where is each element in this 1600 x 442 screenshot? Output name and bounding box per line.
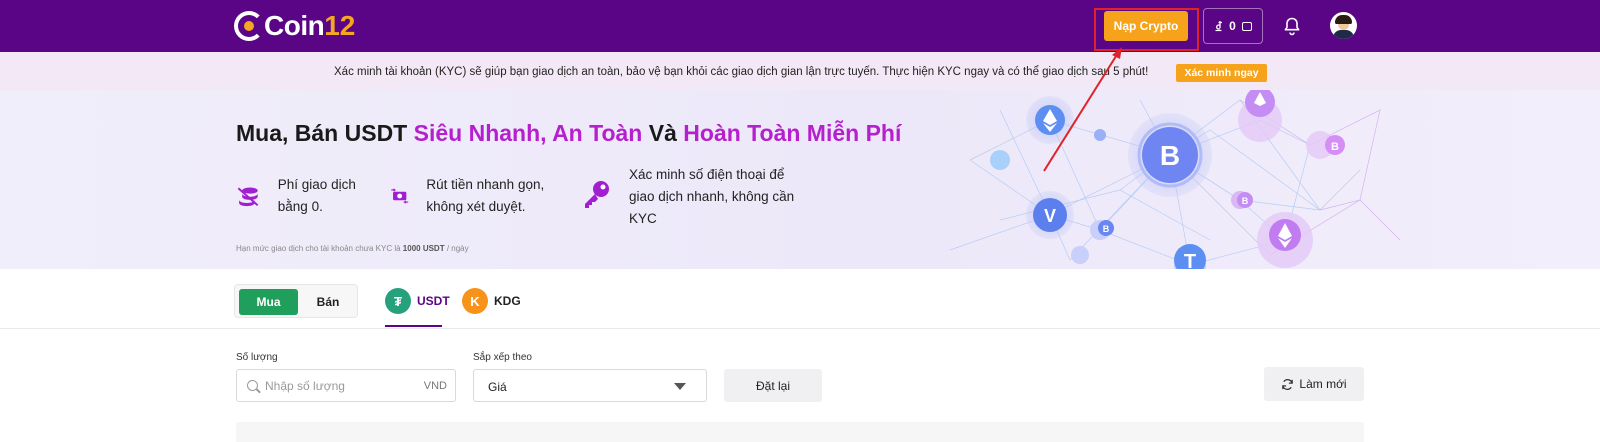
cash-transfer-icon	[391, 188, 409, 204]
search-icon	[247, 380, 258, 391]
user-avatar[interactable]	[1330, 12, 1357, 39]
offers-table-header	[236, 422, 1364, 442]
tab-buy[interactable]: Mua	[239, 289, 298, 315]
hero-title-highlight-2: Hoàn Toàn Miễn Phí	[683, 120, 902, 146]
feature-text: Phí giao dịch bằng 0.	[277, 177, 356, 214]
wallet-card-icon	[1241, 21, 1252, 31]
crypto-network-illustration: B V T B B B	[949, 90, 1400, 269]
wallet-balance: 0	[1229, 19, 1236, 33]
feature-text: Rút tiền nhanh gọn, không xét duyệt.	[426, 177, 545, 214]
refresh-icon	[1282, 378, 1294, 390]
tether-icon: ₮	[385, 288, 411, 314]
section-divider	[0, 328, 1600, 329]
refresh-label: Làm mới	[1299, 377, 1347, 391]
kyc-limit-note: Hạn mức giao dịch cho tài khoản chưa KYC…	[236, 244, 469, 253]
reset-button[interactable]: Đặt lại	[724, 369, 822, 402]
hero-title: Mua, Bán USDT Siêu Nhanh, An Toàn Và Hoà…	[236, 120, 902, 146]
kyc-banner: Xác minh tài khoản (KYC) sẽ giúp bạn gia…	[0, 52, 1600, 90]
sort-value: Giá	[488, 380, 507, 394]
tab-sell[interactable]: Bán	[301, 289, 355, 315]
brand-logo[interactable]: Coin 12	[234, 8, 355, 44]
feature-text: Xác minh số điện thoại để giao dịch nhan…	[629, 167, 795, 226]
feature-zero-fee: Phí giao dịch bằng 0.	[236, 174, 376, 218]
amount-unit: VND	[423, 380, 447, 392]
tab-kdg[interactable]: K KDG	[462, 288, 521, 314]
logo-mark-icon	[234, 11, 264, 41]
sort-label: Sắp xếp theo	[473, 352, 532, 363]
feature-fast-withdraw: Rút tiền nhanh gọn, không xét duyệt.	[390, 174, 560, 218]
wallet-button[interactable]: 0	[1203, 8, 1263, 44]
buy-sell-toggle: Mua Bán	[234, 284, 358, 318]
bell-icon[interactable]	[1282, 16, 1302, 36]
svg-text:B: B	[1160, 140, 1180, 171]
key-icon	[585, 181, 609, 208]
kdg-icon: K	[462, 288, 488, 314]
refresh-button[interactable]: Làm mới	[1264, 367, 1364, 401]
dong-icon	[1215, 21, 1223, 32]
svg-text:B: B	[1331, 141, 1339, 153]
active-tab-indicator	[385, 325, 442, 327]
sort-select[interactable]: Giá	[473, 369, 707, 402]
kyc-message: Xác minh tài khoản (KYC) sẽ giúp bạn gia…	[334, 66, 1149, 78]
feature-phone-verify: Xác minh số điện thoại để giao dịch nhan…	[580, 164, 800, 230]
hero-section: B V T B B B Mua, Bán USDT Siêu Nhanh, An…	[0, 90, 1600, 269]
svg-text:B: B	[1242, 196, 1249, 206]
amount-field: VND	[236, 369, 456, 402]
logo-number: 12	[324, 10, 356, 41]
amount-input[interactable]	[265, 377, 415, 395]
svg-text:V: V	[1044, 206, 1056, 226]
amount-label: Số lượng	[236, 352, 278, 363]
caret-down-icon	[674, 383, 686, 390]
svg-text:T: T	[1184, 251, 1196, 269]
coins-stack-icon	[237, 187, 259, 207]
logo-text: Coin	[264, 10, 325, 41]
annotation-arrow	[1043, 47, 1122, 172]
top-navbar: Coin 12 Nạp Crypto 0	[0, 0, 1600, 52]
svg-text:B: B	[1103, 224, 1110, 234]
verify-now-button[interactable]: Xác minh ngay	[1176, 64, 1267, 82]
tab-usdt[interactable]: ₮ USDT	[385, 288, 450, 314]
hero-title-highlight-1: Siêu Nhanh, An Toàn	[413, 120, 643, 146]
